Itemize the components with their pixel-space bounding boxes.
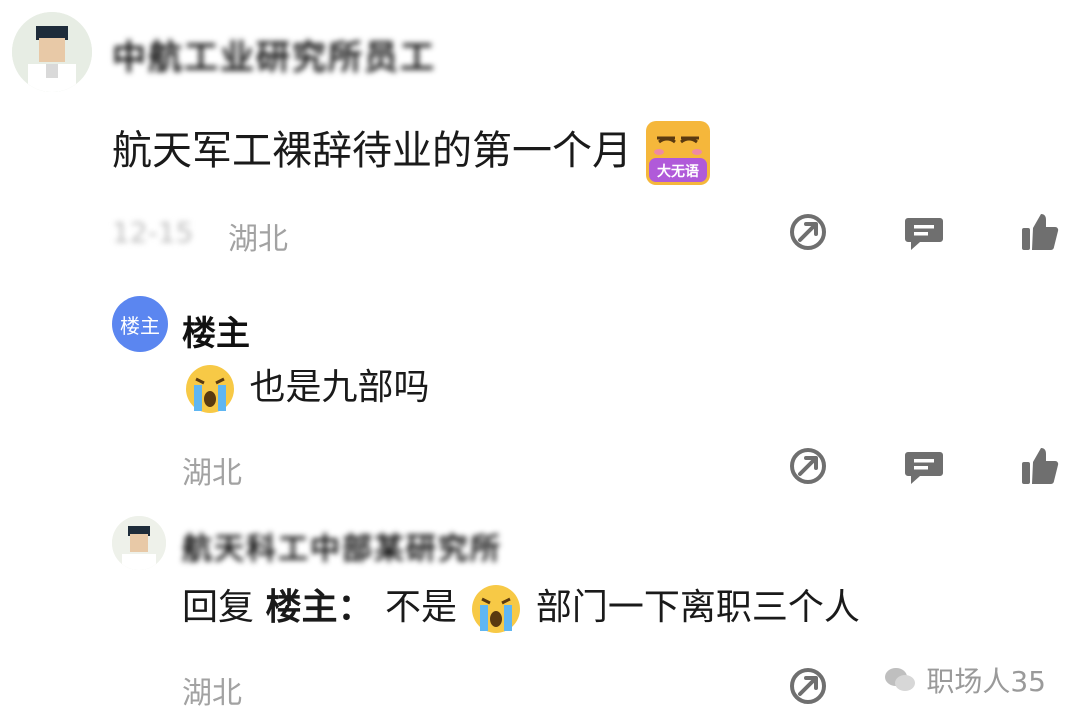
watermark: 职场人35 — [884, 660, 1046, 700]
like-icon[interactable] — [1020, 446, 1060, 486]
like-icon[interactable] — [1020, 212, 1060, 252]
reply-1-location: 湖北 — [182, 456, 242, 491]
reply-2-text-after: 部门一下离职三个人 — [535, 587, 860, 628]
share-icon[interactable] — [788, 212, 828, 252]
reply-2-avatar[interactable] — [112, 516, 166, 570]
crying-face-icon — [182, 361, 238, 417]
share-icon[interactable] — [788, 446, 828, 486]
speechless-sticker-icon: 大无语 — [645, 120, 711, 186]
reply-1-content: 也是九部吗 — [182, 358, 429, 417]
reply-author-op[interactable]: 楼主 — [182, 306, 250, 355]
watermark-text: 职场人35 — [926, 665, 1046, 698]
sticker-label: 大无语 — [657, 163, 699, 180]
post-avatar[interactable] — [12, 12, 92, 92]
reply-2-location: 湖北 — [182, 676, 242, 711]
reply-2-username[interactable]: 航天科工中部某研究所 — [182, 524, 502, 568]
reply-2-content: 回复 楼主： 不是 部门一下离职三个人 — [182, 578, 860, 637]
reply-1-text: 也是九部吗 — [249, 367, 430, 408]
post-content-text: 航天军工裸辞待业的第一个月 — [112, 128, 632, 174]
post-date: 12-15 — [112, 216, 194, 249]
reply-to-op[interactable]: 楼主： — [265, 587, 373, 628]
reply-prefix: 回复 — [182, 587, 255, 628]
comment-icon[interactable] — [904, 446, 944, 486]
post-username[interactable]: 中航工业研究所员工 — [112, 30, 436, 79]
wechat-icon — [884, 666, 916, 694]
share-icon[interactable] — [788, 666, 828, 706]
crying-face-icon — [468, 581, 524, 637]
post-location: 湖北 — [228, 222, 288, 257]
post-content: 航天军工裸辞待业的第一个月 大无语 — [112, 118, 711, 186]
reply-2-text-before: 不是 — [384, 587, 457, 628]
comment-icon[interactable] — [904, 212, 944, 252]
op-badge-avatar[interactable]: 楼主 — [112, 296, 168, 352]
